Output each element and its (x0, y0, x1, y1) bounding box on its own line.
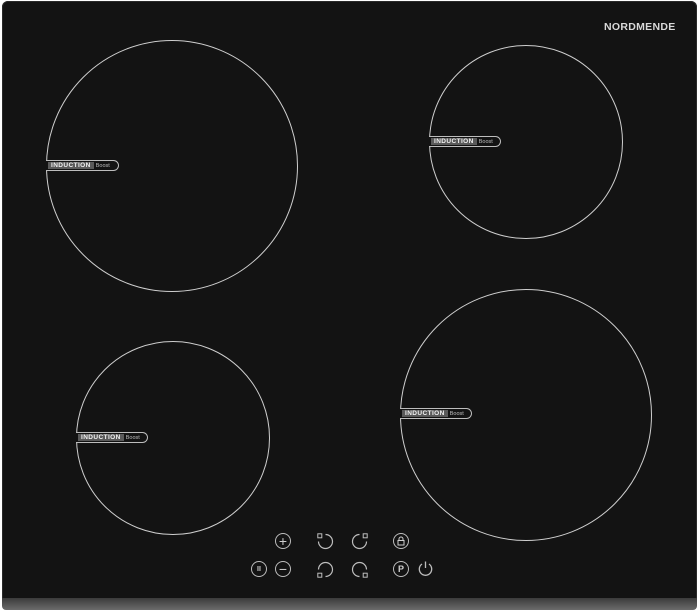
lock-icon (397, 536, 405, 546)
zone-top-right-selector-icon (351, 533, 368, 550)
power-button[interactable] (417, 560, 434, 577)
select-zone-bottom-left-button[interactable] (317, 561, 334, 578)
program-icon: P (397, 563, 404, 574)
child-lock-button[interactable] (393, 533, 409, 549)
boost-label: Boost (125, 434, 140, 441)
induction-badge: INDUCTION (431, 138, 477, 145)
cooktop-frame-edge (2, 598, 697, 610)
boost-label: Boost (95, 162, 110, 169)
plus-icon: + (278, 533, 288, 549)
zone-label-top-left: INDUCTION Boost (46, 160, 119, 171)
zone-label-top-right: INDUCTION Boost (429, 136, 501, 147)
select-zone-top-left-button[interactable] (317, 533, 334, 550)
zone-top-left-selector-icon (317, 533, 334, 550)
zone-label-bottom-right: INDUCTION Boost (400, 408, 472, 419)
program-button[interactable]: P (393, 561, 409, 577)
boost-label: Boost (478, 138, 493, 145)
select-zone-top-right-button[interactable] (351, 533, 368, 550)
induction-badge: INDUCTION (48, 162, 94, 169)
plus-button[interactable]: + (275, 533, 291, 549)
pause-button[interactable]: II (251, 561, 267, 577)
minus-button[interactable]: − (275, 561, 291, 577)
select-zone-bottom-right-button[interactable] (351, 561, 368, 578)
zone-bottom-left-selector-icon (317, 561, 334, 578)
boost-label: Boost (449, 410, 464, 417)
zone-bottom-right-selector-icon (351, 561, 368, 578)
brand-logo: NORDMENDE (604, 21, 676, 33)
induction-badge: INDUCTION (78, 434, 124, 441)
power-icon (418, 561, 433, 576)
zone-label-bottom-left: INDUCTION Boost (76, 432, 148, 443)
minus-icon: − (278, 561, 288, 577)
pause-icon: II (257, 565, 261, 573)
induction-badge: INDUCTION (402, 410, 448, 417)
